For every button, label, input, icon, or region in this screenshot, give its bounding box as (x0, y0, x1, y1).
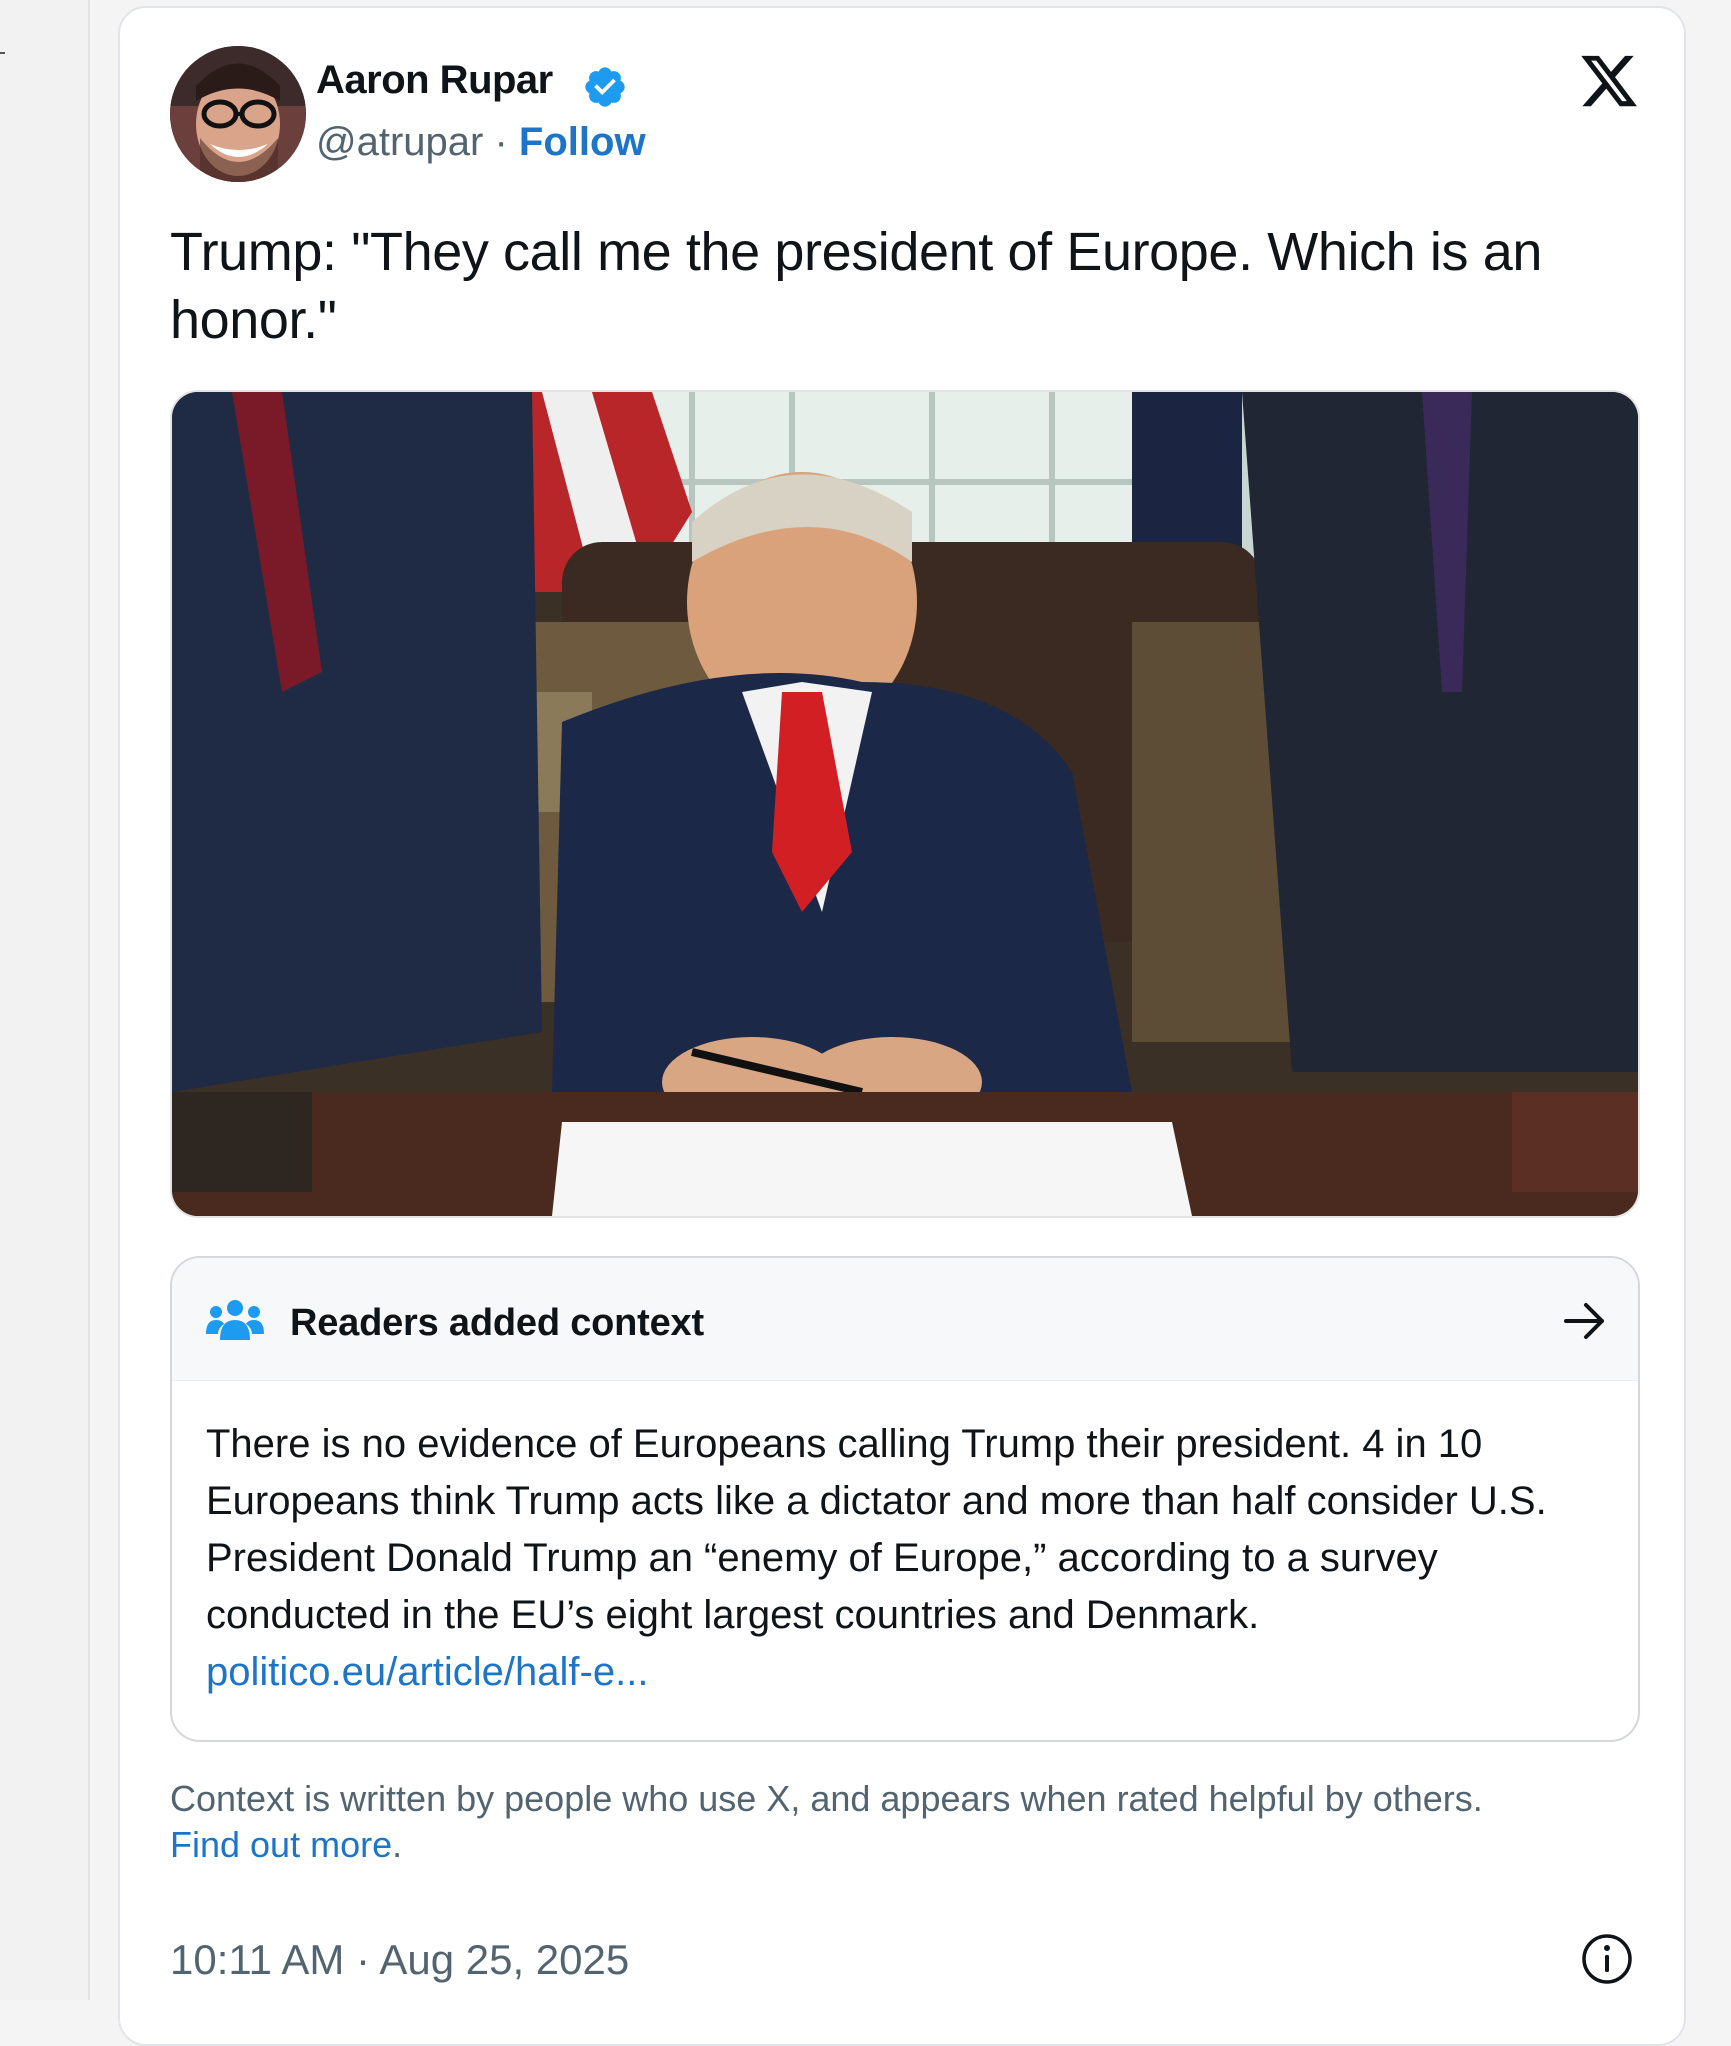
verified-badge-icon (585, 67, 625, 107)
arrow-right-icon[interactable] (1562, 1300, 1608, 1342)
tweet-video-thumbnail[interactable] (170, 390, 1640, 1218)
author-name[interactable]: Aaron Rupar (316, 58, 553, 103)
left-rail (0, 0, 90, 2000)
context-source-link[interactable]: politico.eu/article/half-e... (206, 1644, 1606, 1701)
context-title: Readers added context (290, 1302, 704, 1344)
tweet-text: Trump: "They call me the president of Eu… (170, 222, 1542, 350)
tweet-timestamp[interactable]: 10:11 AM · Aug 25, 2025 (170, 1936, 629, 1984)
tweet-embed-card[interactable]: Aaron Rupar @atrupar · Follow Trump: "Th… (118, 6, 1686, 2046)
footnote-period: . (392, 1824, 403, 1865)
author-avatar[interactable] (170, 46, 306, 182)
find-out-more-link[interactable]: Find out more (170, 1824, 392, 1865)
context-footnote: Context is written by people who use X, … (170, 1776, 1640, 1868)
author-handle[interactable]: @atrupar (316, 120, 483, 164)
community-notes-card[interactable]: Readers added context There is no eviden… (170, 1256, 1640, 1742)
rail-marker (0, 52, 5, 54)
separator-dot: · (494, 120, 508, 164)
context-body: There is no evidence of Europeans callin… (206, 1416, 1606, 1701)
info-icon[interactable] (1580, 1932, 1634, 1986)
author-handle-row: @atrupar · Follow (316, 120, 646, 165)
footnote-text: Context is written by people who use X, … (170, 1778, 1483, 1819)
people-icon (206, 1300, 264, 1340)
x-logo-icon[interactable] (1576, 50, 1642, 112)
community-notes-header[interactable]: Readers added context (172, 1258, 1638, 1381)
follow-button[interactable]: Follow (519, 120, 646, 164)
context-text: There is no evidence of Europeans callin… (206, 1422, 1547, 1637)
